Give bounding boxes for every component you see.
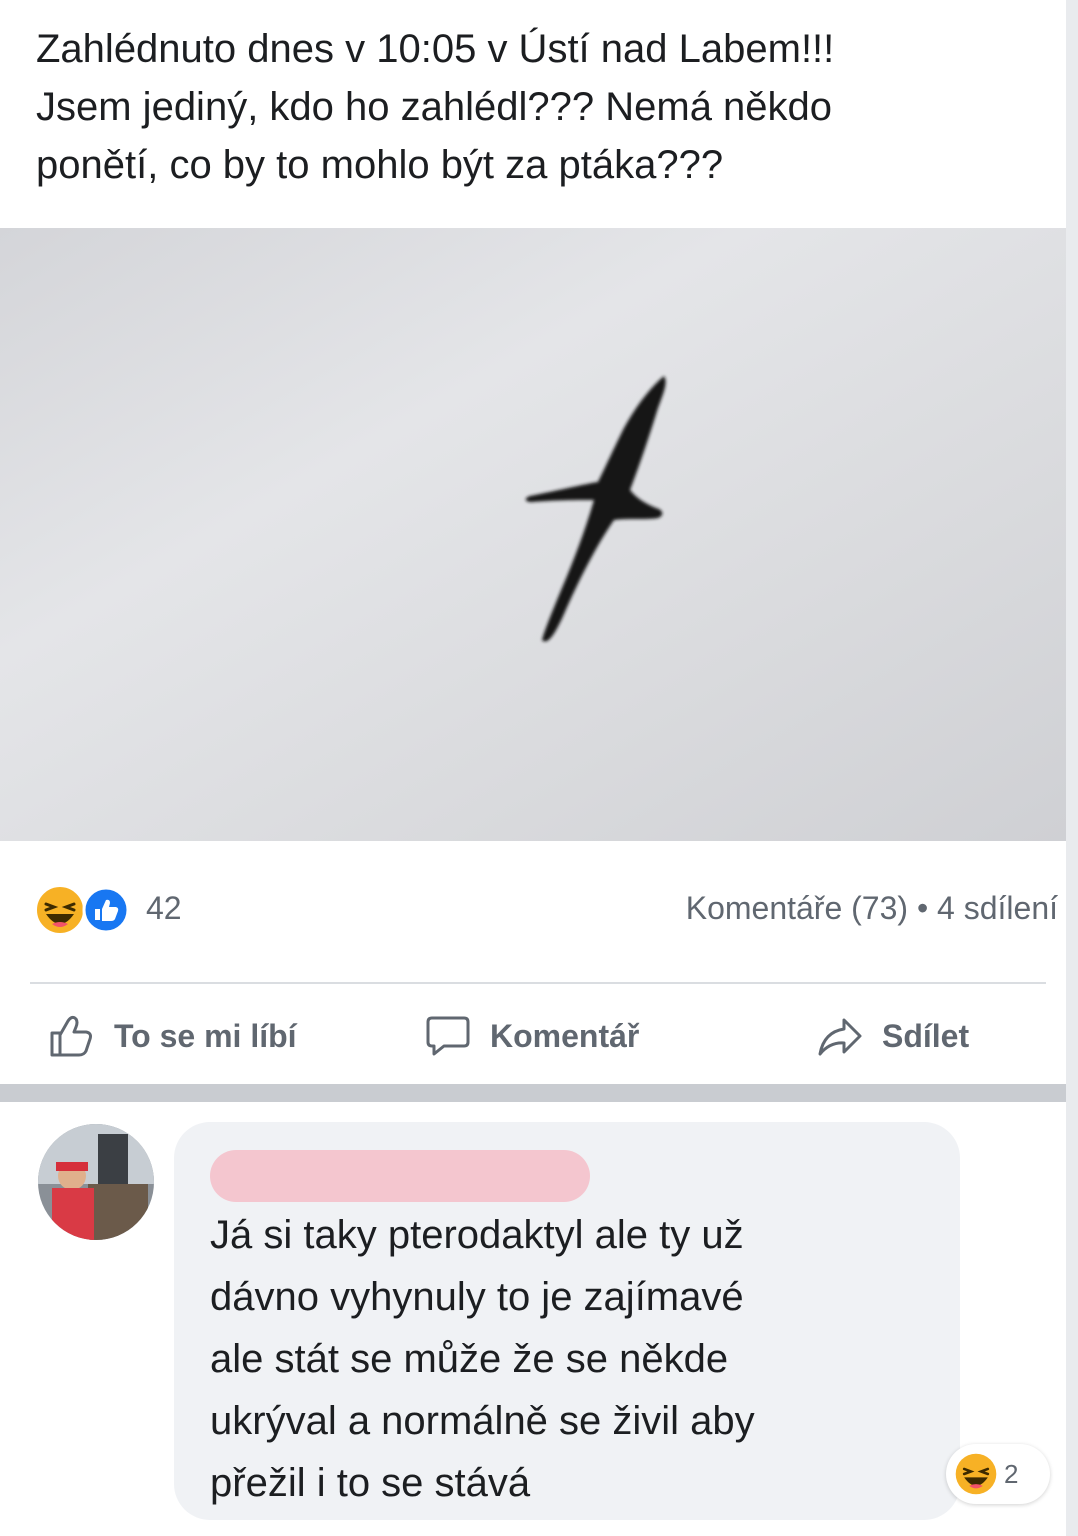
reactions-summary[interactable]: 42 Komentáře (73) • 4 sdílení	[34, 880, 1058, 940]
share-button-label: Sdílet	[882, 1017, 970, 1054]
comment-reaction-count: 2	[1004, 1458, 1019, 1489]
post-text-line: ponětí, co by to mohlo být za ptáka???	[36, 143, 724, 187]
comment-text: Já si taky pterodaktyl ale ty už dávno v…	[210, 1204, 950, 1514]
scrollbar-track	[1066, 0, 1078, 1536]
comment-bubble[interactable]: Já si taky pterodaktyl ale ty už dávno v…	[174, 1122, 960, 1520]
reaction-count: 42	[146, 890, 182, 926]
comment-text-line: ale stát se může že se někde	[210, 1337, 729, 1381]
comments-share-summary[interactable]: Komentáře (73) • 4 sdílení	[686, 890, 1058, 927]
comment-bubble-icon	[426, 1016, 470, 1056]
post-text-line: Zahlédnuto dnes v 10:05 v Ústí nad Labem…	[36, 27, 835, 71]
share-button[interactable]: Sdílet	[816, 1010, 969, 1062]
haha-icon	[955, 1453, 997, 1495]
reaction-icons	[34, 884, 134, 936]
divider	[30, 982, 1046, 984]
haha-icon	[35, 885, 85, 935]
commenter-avatar[interactable]	[38, 1124, 154, 1240]
post-text-line: Jsem jediný, kdo ho zahlédl??? Nemá někd…	[36, 85, 833, 129]
post-text: Zahlédnuto dnes v 10:05 v Ústí nad Labem…	[36, 20, 1046, 194]
post-photo[interactable]	[0, 228, 1066, 841]
like-icon	[82, 886, 130, 934]
thumbs-up-icon	[50, 1015, 92, 1057]
comment-reaction-badge[interactable]: 2	[946, 1444, 1050, 1504]
comment-text-line: Já si taky pterodaktyl ale ty už	[210, 1213, 744, 1257]
comment-text-line: dávno vyhynuly to je zajímavé	[210, 1275, 744, 1319]
comment-button-label: Komentář	[490, 1017, 640, 1054]
like-button-label: To se mi líbí	[114, 1017, 297, 1054]
post-actions: To se mi líbí Komentář Sdílet	[0, 1000, 1066, 1072]
share-arrow-icon	[818, 1018, 862, 1056]
comment-text-line: přežil i to se stává	[210, 1461, 531, 1505]
like-button[interactable]: To se mi líbí	[46, 1010, 297, 1062]
comment-button[interactable]: Komentář	[424, 1010, 639, 1062]
comment-text-line: ukrýval a normálně se živil aby	[210, 1399, 755, 1443]
section-separator	[0, 1084, 1066, 1102]
redacted-author-name	[210, 1150, 590, 1202]
